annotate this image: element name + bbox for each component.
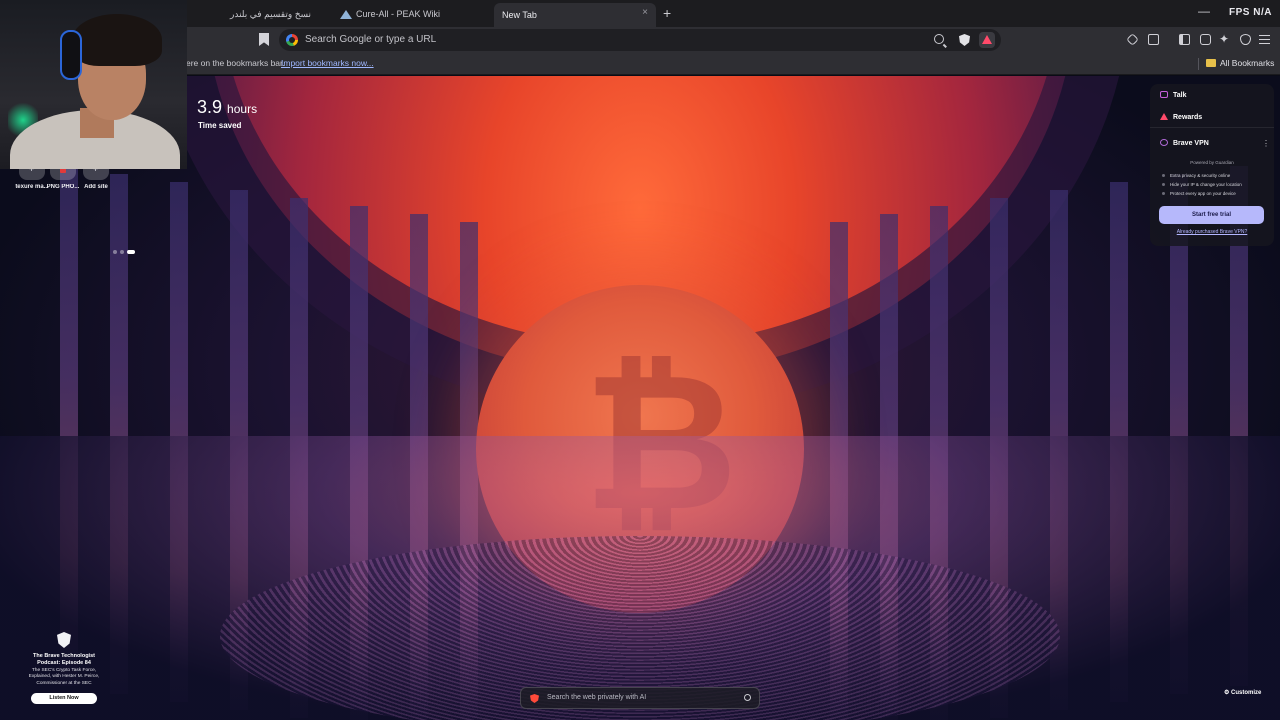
vpn-icon[interactable]	[1240, 34, 1251, 45]
more-options-icon[interactable]: ⋮	[1262, 139, 1270, 148]
rewards-icon	[1160, 113, 1168, 120]
menu-icon[interactable]	[1259, 35, 1270, 44]
zoom-icon[interactable]	[934, 34, 944, 44]
pager-dot-active[interactable]	[127, 250, 135, 254]
tab-title: نسخ وتقسيم في بلندر	[230, 8, 312, 19]
bookmarks-divider	[1198, 58, 1199, 70]
widgets-panel: Talk Rewards Brave VPN ⋮ Powered by Guar…	[1150, 84, 1274, 246]
tab-peak-wiki[interactable]: Cure-All - PEAK Wiki	[334, 3, 492, 25]
person-hair	[72, 14, 162, 66]
all-bookmarks-button[interactable]: All Bookmarks	[1220, 58, 1274, 68]
brave-shields-icon[interactable]	[959, 34, 970, 46]
already-purchased-link[interactable]: Already purchased Brave VPN?	[1150, 229, 1274, 235]
time-saved-unit: hours	[227, 102, 258, 116]
talk-icon	[1160, 91, 1168, 98]
media-icon[interactable]	[1148, 34, 1159, 45]
new-tab-background: ₿	[0, 76, 1280, 720]
vpn-icon	[1160, 139, 1168, 146]
minimize-button[interactable]: —	[1198, 4, 1210, 18]
widget-divider	[1150, 127, 1274, 128]
address-bar-placeholder: Search Google or type a URL	[305, 34, 437, 45]
fps-overlay-badge: FPS N/A	[1229, 7, 1272, 18]
ai-search-box[interactable]: Search the web privately with AI	[520, 687, 760, 709]
vpn-feature: Hide your IP & change your location	[1162, 182, 1242, 187]
tab-strip: نسخ وتقسيم في بلندر Cure-All - PEAK Wiki…	[0, 0, 1280, 27]
pager-dot[interactable]	[120, 250, 124, 254]
start-free-trial-button[interactable]: Start free trial	[1159, 206, 1264, 224]
extensions-icon[interactable]	[1126, 33, 1139, 46]
time-saved-stat: 3.9 hours	[197, 97, 257, 118]
peak-wiki-favicon-icon	[340, 9, 352, 19]
rewards-widget[interactable]: Rewards	[1160, 113, 1202, 121]
leo-ai-icon[interactable]: ✦	[1219, 32, 1230, 46]
brave-logo-icon	[530, 694, 539, 703]
wallet-icon[interactable]	[1200, 34, 1211, 45]
browser-window: ₿ نسخ وتقسيم في بلندر Cure-All - PEAK Wi…	[0, 0, 1280, 720]
vpn-feature: Extra privacy & security online	[1162, 173, 1230, 178]
time-saved-value: 3.9	[197, 97, 223, 117]
vpn-widget-title: Brave VPN	[1160, 139, 1209, 147]
headset-icon	[60, 30, 82, 80]
tab-title: New Tab	[502, 10, 537, 20]
address-bar[interactable]: Search Google or type a URL	[279, 29, 1001, 51]
talk-label: Talk	[1173, 92, 1187, 99]
bookmark-icon[interactable]	[259, 33, 269, 46]
customize-label: Customize	[1231, 690, 1262, 696]
webcam-overlay	[0, 0, 187, 169]
tab-blender[interactable]: نسخ وتقسيم في بلندر	[230, 3, 330, 25]
import-bookmarks-link[interactable]: Import bookmarks now...	[281, 58, 374, 68]
sidebar-toggle-icon[interactable]	[1179, 34, 1190, 45]
bookmarks-bar: ere on the bookmarks bar. Import bookmar…	[0, 53, 1280, 75]
talk-widget[interactable]: Talk	[1160, 91, 1187, 99]
google-icon	[286, 34, 298, 46]
listen-now-button[interactable]: Listen Now	[31, 693, 97, 704]
time-saved-label: Time saved	[198, 121, 242, 130]
ai-search-placeholder: Search the web privately with AI	[547, 694, 647, 701]
vpn-powered-by: Powered by Guardian	[1190, 160, 1234, 165]
podcast-description: The SEC's Crypto Task Force, Explained, …	[28, 668, 100, 686]
bookmarks-message: ere on the bookmarks bar.	[186, 58, 285, 68]
toolbar: Search Google or type a URL ✦	[0, 27, 1280, 53]
search-icon[interactable]	[744, 694, 751, 701]
tab-title: Cure-All - PEAK Wiki	[356, 9, 441, 19]
customize-button[interactable]: ⚙ Customize	[1224, 689, 1261, 696]
folder-icon	[1206, 59, 1216, 67]
top-site-label: Add site	[84, 184, 108, 190]
new-tab-button[interactable]: +	[663, 5, 671, 21]
close-icon[interactable]: ×	[642, 7, 648, 18]
vpn-title: Brave VPN	[1173, 140, 1209, 147]
podcast-title: The Brave Technologist Podcast: Episode …	[33, 653, 95, 666]
pager-dot[interactable]	[113, 250, 117, 254]
tab-new-tab[interactable]: New Tab ×	[494, 3, 656, 27]
top-sites-pager[interactable]	[113, 250, 135, 254]
vpn-feature: Protect every app on your device	[1162, 191, 1236, 196]
brave-rewards-icon[interactable]	[979, 32, 995, 48]
rewards-label: Rewards	[1173, 114, 1203, 121]
